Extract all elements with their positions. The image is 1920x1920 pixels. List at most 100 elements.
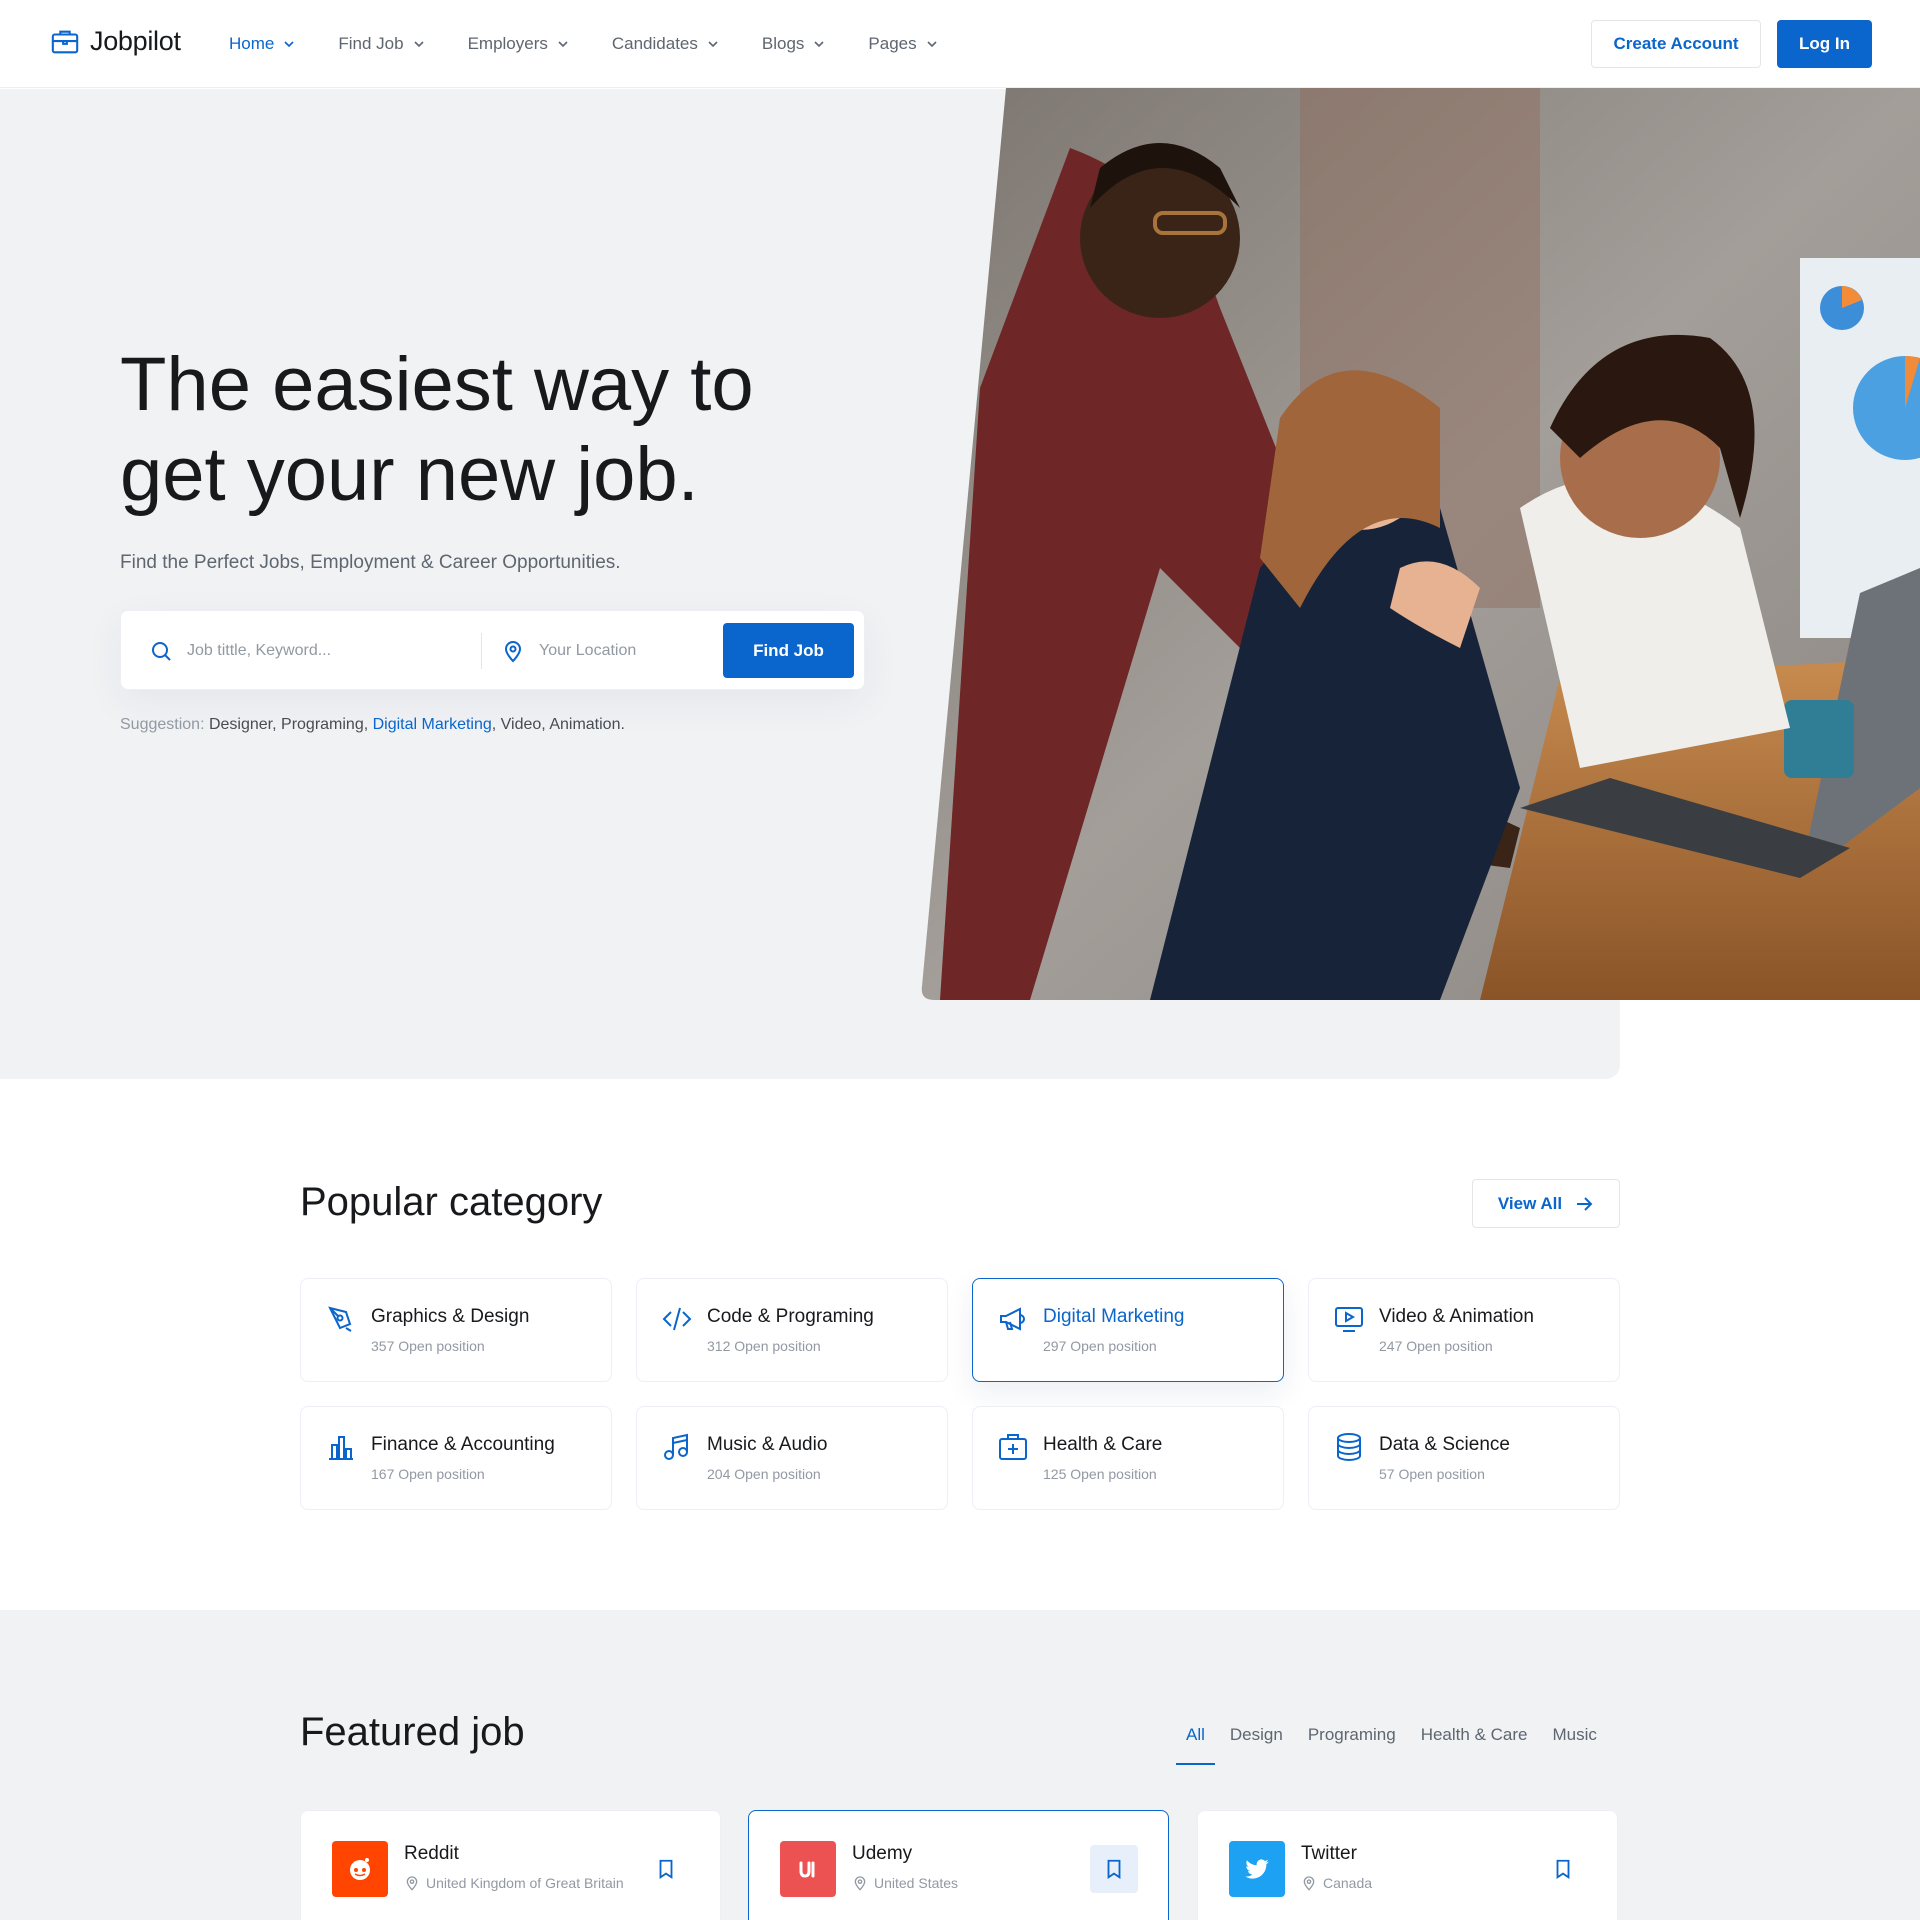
job-location: Canada bbox=[1301, 1875, 1372, 1891]
featured-job-title: Featured job bbox=[300, 1710, 525, 1754]
popular-category-title: Popular category bbox=[300, 1180, 603, 1224]
nav-find-job[interactable]: Find Job bbox=[338, 34, 425, 54]
suggestion-animation[interactable]: Animation bbox=[549, 716, 620, 733]
category-count: 312 Open position bbox=[707, 1338, 821, 1354]
map-pin-icon bbox=[854, 1876, 866, 1891]
briefcase-icon bbox=[51, 30, 79, 53]
job-company: Twitter bbox=[1301, 1843, 1357, 1864]
chevron-down-icon bbox=[558, 41, 568, 48]
job-location-text: United Kingdom of Great Britain bbox=[426, 1875, 624, 1891]
suggestion-video[interactable]: Video bbox=[501, 716, 542, 733]
category-name: Code & Programing bbox=[707, 1306, 874, 1327]
job-card-twitter[interactable]: Twitter Canada bbox=[1197, 1810, 1618, 1920]
map-pin-icon bbox=[1303, 1876, 1315, 1891]
hero-title-line1: The easiest way to bbox=[120, 342, 754, 427]
category-card-video-animation[interactable]: Video & Animation 247 Open position bbox=[1308, 1278, 1620, 1382]
twitter-logo bbox=[1229, 1841, 1285, 1897]
category-card-graphics-design[interactable]: Graphics & Design 357 Open position bbox=[300, 1278, 612, 1382]
bookmark-button[interactable] bbox=[642, 1845, 690, 1893]
music-icon bbox=[664, 1433, 688, 1460]
bookmark-button[interactable] bbox=[1539, 1845, 1587, 1893]
twitter-icon bbox=[1245, 1859, 1269, 1879]
job-search-bar: Find Job bbox=[120, 610, 865, 690]
nav-employers[interactable]: Employers bbox=[468, 34, 570, 54]
hero-title-line2: get your new job. bbox=[120, 432, 699, 517]
category-name: Video & Animation bbox=[1379, 1306, 1534, 1327]
hero-title: The easiest way to get your new job. bbox=[120, 340, 880, 520]
main-menu: Home Find Job Employers Candidates Blogs… bbox=[229, 0, 981, 88]
tab-design[interactable]: Design bbox=[1230, 1719, 1283, 1751]
category-count: 297 Open position bbox=[1043, 1338, 1157, 1354]
search-divider bbox=[481, 633, 482, 669]
category-card-digital-marketing[interactable]: Digital Marketing 297 Open position bbox=[972, 1278, 1284, 1382]
nav-pages-label: Pages bbox=[868, 34, 917, 53]
bookmark-button[interactable] bbox=[1090, 1845, 1138, 1893]
suggestion-separator: , bbox=[272, 716, 282, 733]
category-count: 204 Open position bbox=[707, 1466, 821, 1482]
nav-blogs-label: Blogs bbox=[761, 34, 805, 53]
job-company: Udemy bbox=[852, 1843, 913, 1864]
nav-find-job-label: Find Job bbox=[338, 34, 404, 53]
chevron-down-icon bbox=[708, 41, 718, 48]
suggestion-digital-marketing[interactable]: Digital Marketing bbox=[373, 716, 492, 733]
tab-all[interactable]: All bbox=[1176, 1719, 1215, 1765]
job-card-reddit[interactable]: Reddit United Kingdom of Great Britain bbox=[300, 1810, 721, 1920]
nav-home[interactable]: Home bbox=[229, 34, 296, 54]
job-company: Reddit bbox=[404, 1843, 459, 1864]
code-icon bbox=[662, 1307, 692, 1331]
category-name: Digital Marketing bbox=[1043, 1306, 1185, 1327]
bookmark-icon bbox=[1107, 1859, 1121, 1879]
suggestion-label: Suggestion: bbox=[120, 716, 205, 733]
view-all-label: View All bbox=[1497, 1193, 1563, 1213]
bookmark-icon bbox=[659, 1859, 673, 1879]
keyword-field[interactable] bbox=[149, 611, 447, 691]
tab-health-care[interactable]: Health & Care bbox=[1421, 1719, 1528, 1751]
category-name: Health & Care bbox=[1043, 1434, 1163, 1455]
brand-name: Jobpilot bbox=[90, 26, 181, 56]
suggestions: Suggestion: Designer, Programing, Digita… bbox=[120, 716, 625, 734]
reddit-icon bbox=[350, 1858, 370, 1880]
tab-music[interactable]: Music bbox=[1552, 1719, 1596, 1751]
location-input[interactable] bbox=[539, 642, 709, 660]
category-count: 167 Open position bbox=[371, 1466, 485, 1482]
keyword-input[interactable] bbox=[187, 642, 447, 660]
top-navbar: Jobpilot Home Find Job Employers Candida… bbox=[0, 0, 1920, 88]
location-field[interactable] bbox=[501, 611, 709, 691]
category-count: 125 Open position bbox=[1043, 1466, 1157, 1482]
view-all-button[interactable]: View All bbox=[1472, 1179, 1620, 1228]
database-icon bbox=[1337, 1433, 1361, 1462]
tab-programing[interactable]: Programing bbox=[1308, 1719, 1396, 1751]
find-job-button[interactable]: Find Job bbox=[723, 623, 854, 678]
category-card-finance-accounting[interactable]: Finance & Accounting 167 Open position bbox=[300, 1406, 612, 1510]
hero-subtitle: Find the Perfect Jobs, Employment & Care… bbox=[120, 552, 621, 573]
nav-candidates[interactable]: Candidates bbox=[612, 34, 720, 54]
map-pin-icon bbox=[504, 641, 522, 663]
nav-candidates-label: Candidates bbox=[611, 34, 698, 53]
job-location-text: United States bbox=[874, 1875, 959, 1891]
create-account-button[interactable]: Create Account bbox=[1591, 20, 1761, 68]
chevron-down-icon bbox=[413, 41, 424, 48]
login-button[interactable]: Log In bbox=[1777, 20, 1872, 68]
pen-tool-icon bbox=[328, 1306, 352, 1332]
nav-blogs[interactable]: Blogs bbox=[762, 34, 827, 54]
category-count: 247 Open position bbox=[1379, 1338, 1493, 1354]
brand-logo[interactable]: Jobpilot bbox=[50, 26, 181, 57]
nav-pages[interactable]: Pages bbox=[868, 34, 938, 54]
category-card-music-audio[interactable]: Music & Audio 204 Open position bbox=[636, 1406, 948, 1510]
map-pin-icon bbox=[406, 1876, 418, 1891]
category-card-data-science[interactable]: Data & Science 57 Open position bbox=[1308, 1406, 1620, 1510]
suggestion-separator: , bbox=[491, 716, 501, 733]
chevron-down-icon bbox=[927, 41, 937, 48]
category-name: Music & Audio bbox=[707, 1434, 828, 1455]
category-card-health-care[interactable]: Health & Care 125 Open position bbox=[972, 1406, 1284, 1510]
category-card-code-programing[interactable]: Code & Programing 312 Open position bbox=[636, 1278, 948, 1382]
arrow-right-icon bbox=[1577, 1196, 1593, 1211]
job-card-udemy[interactable]: Udemy United States bbox=[748, 1810, 1169, 1920]
suggestion-programing[interactable]: Programing bbox=[281, 716, 364, 733]
featured-tabs: All Design Programing Health & Care Musi… bbox=[1176, 1719, 1622, 1765]
job-location-text: Canada bbox=[1323, 1875, 1373, 1891]
suggestion-designer[interactable]: Designer bbox=[209, 716, 272, 733]
bar-chart-icon bbox=[329, 1436, 353, 1460]
category-name: Graphics & Design bbox=[371, 1306, 530, 1327]
reddit-logo bbox=[332, 1841, 388, 1897]
